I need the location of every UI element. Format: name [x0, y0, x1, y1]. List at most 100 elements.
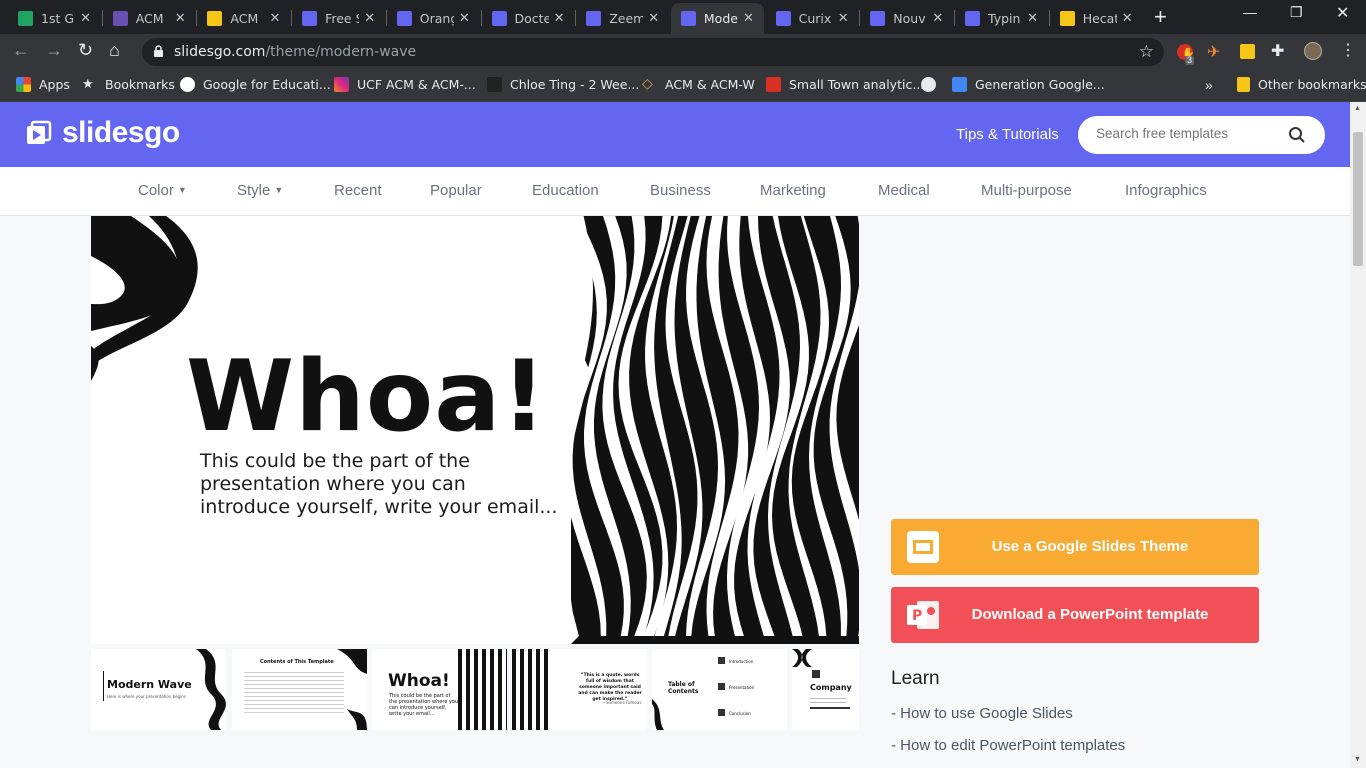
- site-logo[interactable]: slidesgo: [24, 116, 180, 150]
- bookmark-item[interactable]: Google for Educati...: [180, 77, 331, 92]
- browser-tab[interactable]: Curix ✕: [766, 3, 859, 34]
- scroll-down-arrow-icon[interactable]: ▼: [1354, 756, 1361, 763]
- page-scrollbar[interactable]: ▲ ▼: [1350, 102, 1366, 768]
- bookmark-star-icon[interactable]: ☆: [1139, 42, 1154, 62]
- bookmark-item[interactable]: Generation Google...: [952, 77, 1105, 92]
- tab-title: Curix: [798, 11, 832, 26]
- category-education[interactable]: Education: [532, 182, 599, 199]
- tab-close-icon[interactable]: ✕: [554, 11, 565, 26]
- category-label: Popular: [430, 182, 482, 199]
- browser-tab[interactable]: Zeem ✕: [576, 3, 669, 34]
- category-marketing[interactable]: Marketing: [760, 182, 826, 199]
- tab-close-icon[interactable]: ✕: [175, 11, 186, 26]
- browser-tab[interactable]: 1st GE ✕: [8, 3, 101, 34]
- category-recent[interactable]: Recent: [334, 182, 382, 199]
- thumb-wave: [652, 699, 664, 730]
- tab-close-icon[interactable]: ✕: [1122, 11, 1133, 26]
- browser-tab[interactable]: Free S ✕: [292, 3, 385, 34]
- tab-separator: [101, 10, 103, 26]
- slidesgo-icon: [775, 11, 791, 26]
- browser-tab[interactable]: ACM ✕: [103, 3, 196, 34]
- home-icon[interactable]: ⌂: [109, 40, 120, 61]
- learn-link-powerpoint[interactable]: - How to edit PowerPoint templates: [891, 737, 1125, 754]
- thumbnail-5[interactable]: Table of Contents Introduction Presentat…: [652, 649, 787, 730]
- tab-close-icon[interactable]: ✕: [932, 11, 943, 26]
- thumbnail-6[interactable]: Company: [792, 649, 859, 730]
- close-window-button[interactable]: ✕: [1336, 3, 1349, 23]
- restore-button[interactable]: ❐: [1290, 4, 1303, 21]
- category-business[interactable]: Business: [650, 182, 711, 199]
- slides-extension-icon[interactable]: [1240, 44, 1255, 59]
- back-icon[interactable]: ←: [12, 40, 30, 61]
- profile-avatar[interactable]: [1304, 42, 1322, 60]
- search-icon[interactable]: [1288, 126, 1306, 144]
- tab-close-icon[interactable]: ✕: [838, 11, 849, 26]
- search-input[interactable]: [1096, 126, 1286, 141]
- browser-tab[interactable]: Hecat ✕: [1050, 3, 1143, 34]
- menu-kebab-icon[interactable]: ⋮: [1340, 40, 1356, 60]
- search-box[interactable]: [1078, 116, 1325, 154]
- browser-tab[interactable]: ACM ✕: [197, 3, 290, 34]
- address-bar[interactable]: slidesgo.com/theme/modern-wave ☆: [142, 38, 1164, 66]
- thumbnail-3[interactable]: Whoa! This could be the part of the pres…: [372, 649, 507, 730]
- download-powerpoint-button[interactable]: P Download a PowerPoint template: [891, 587, 1259, 643]
- category-multi-purpose[interactable]: Multi-purpose: [981, 182, 1072, 199]
- tab-close-icon[interactable]: ✕: [80, 11, 91, 26]
- thumbnail-4[interactable]: “This is a quote, words full of wisdom t…: [512, 649, 647, 730]
- reload-icon[interactable]: ↻: [78, 40, 93, 61]
- bookmark-item[interactable]: Small Town analytic...: [766, 77, 924, 92]
- google-icon: [180, 77, 195, 92]
- acrobat-extension-icon[interactable]: ✈: [1207, 42, 1220, 62]
- category-label: Infographics: [1125, 182, 1207, 199]
- category-style[interactable]: Style ▼: [237, 182, 283, 199]
- tab-close-icon[interactable]: ✕: [648, 11, 659, 26]
- category-medical[interactable]: Medical: [878, 182, 930, 199]
- browser-tab[interactable]: Docte ✕: [482, 3, 575, 34]
- tab-close-icon[interactable]: ✕: [269, 11, 280, 26]
- bookmark-item[interactable]: UCF ACM & ACM-...: [334, 77, 476, 92]
- tips-tutorials-link[interactable]: Tips & Tutorials: [956, 126, 1059, 143]
- tab-title: ACM: [135, 11, 164, 26]
- store-icon: [766, 77, 781, 92]
- scrollbar-thumb[interactable]: [1353, 132, 1363, 266]
- bookmark-item[interactable]: Chloe Ting - 2 Wee...: [487, 77, 639, 92]
- drive-icon: [18, 11, 33, 26]
- bookmark-item[interactable]: ★ Bookmarks: [82, 77, 175, 92]
- slide-body: This could be the part of the presentati…: [200, 450, 558, 518]
- browser-tab[interactable]: Typin ✕: [955, 3, 1048, 34]
- bookmark-item[interactable]: ◇ ACM & ACM-W: [642, 77, 755, 93]
- forward-icon[interactable]: →: [45, 40, 63, 61]
- slide-title: Whoa!: [186, 340, 548, 454]
- bookmark-item[interactable]: Apps: [16, 77, 70, 92]
- tab-close-icon[interactable]: ✕: [1027, 11, 1038, 26]
- browser-tab[interactable]: Nouv ✕: [860, 3, 953, 34]
- use-google-slides-button[interactable]: Use a Google Slides Theme: [891, 519, 1259, 575]
- wave-pattern-right: [571, 216, 859, 644]
- thumb-wave: [337, 649, 367, 730]
- extensions-puzzle-icon[interactable]: ✚: [1271, 41, 1284, 61]
- browser-tab[interactable]: Orang ✕: [387, 3, 480, 34]
- scroll-up-arrow-icon[interactable]: ▲: [1354, 105, 1361, 112]
- learn-link-google-slides[interactable]: - How to use Google Slides: [891, 705, 1073, 722]
- tab-title: Free S: [325, 11, 359, 26]
- slide-preview[interactable]: Whoa! This could be the part of the pres…: [91, 216, 859, 644]
- category-color[interactable]: Color ▼: [138, 182, 187, 199]
- forms-icon: [112, 11, 128, 26]
- bookmark-label: ACM & ACM-W: [665, 77, 755, 92]
- thumbnail-2[interactable]: Contents of This Template: [232, 649, 367, 730]
- slidesgo-icon: [396, 11, 412, 26]
- new-tab-button[interactable]: +: [1154, 4, 1167, 30]
- bookmarks-overflow-button[interactable]: »: [1205, 77, 1213, 93]
- bookmark-item[interactable]: [921, 77, 944, 92]
- minimize-button[interactable]: —: [1243, 4, 1257, 20]
- category-infographics[interactable]: Infographics: [1125, 182, 1207, 199]
- thumbnail-1[interactable]: Modern Wave Here is where your presentat…: [91, 649, 226, 730]
- tab-close-icon[interactable]: ✕: [459, 11, 470, 26]
- tab-close-icon[interactable]: ✕: [743, 11, 754, 26]
- thumb-stripes: [458, 649, 507, 730]
- browser-tab[interactable]: Mode ✕: [670, 3, 764, 34]
- tab-close-icon[interactable]: ✕: [364, 11, 375, 26]
- category-popular[interactable]: Popular: [430, 182, 482, 199]
- other-bookmarks[interactable]: Other bookmarks: [1237, 77, 1366, 92]
- tab-separator: [859, 10, 861, 26]
